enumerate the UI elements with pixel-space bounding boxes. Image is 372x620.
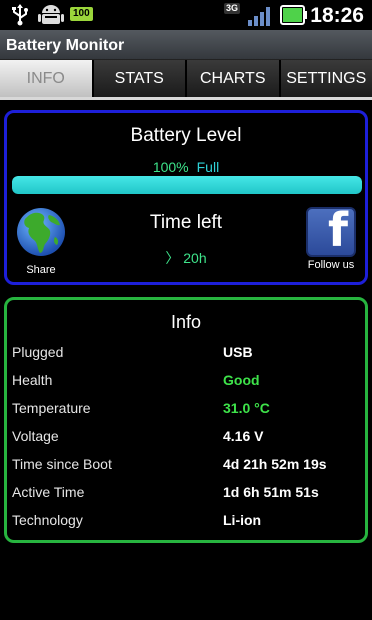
info-row-health: Health Good <box>12 368 362 396</box>
follow-us-label: Follow us <box>307 259 355 271</box>
info-label: Temperature <box>12 400 91 416</box>
signal-icon <box>248 7 270 26</box>
clock: 18:26 <box>310 4 364 27</box>
info-label: Plugged <box>12 344 64 360</box>
usb-icon <box>12 4 28 26</box>
info-row-voltage: Voltage 4.16 V <box>12 424 362 452</box>
info-row-plugged: Plugged USB <box>12 340 362 368</box>
info-row-active-time: Active Time 1d 6h 51m 51s <box>12 480 362 508</box>
battery-status-line: 100% Full <box>7 159 365 175</box>
info-value: USB <box>223 344 253 360</box>
info-row-technology: Technology Li-ion <box>12 508 362 536</box>
info-row-time-since-boot: Time since Boot 4d 21h 52m 19s <box>12 452 362 480</box>
android-debug-icon <box>38 5 64 24</box>
status-bar: 100 3G 18:26 <box>0 0 372 30</box>
battery-percent: 100% <box>152 159 189 175</box>
follow-us-button[interactable]: f Follow us <box>303 203 359 271</box>
info-label: Health <box>12 372 53 388</box>
3g-icon: 3G <box>224 3 241 14</box>
tab-info[interactable]: INFO <box>0 60 94 98</box>
info-value: 4d 21h 52m 19s <box>223 456 327 472</box>
battery-icon <box>280 5 307 25</box>
info-label: Time since Boot <box>12 456 112 472</box>
facebook-icon: f <box>306 203 356 257</box>
info-panel: Info Plugged USB Health Good Temperature… <box>4 297 368 543</box>
battery-status: Full <box>196 159 220 175</box>
tab-charts[interactable]: CHARTS <box>187 60 281 98</box>
battery-level-fill <box>12 176 362 194</box>
battery-level-title: Battery Level <box>130 125 242 146</box>
app-title-bar: Battery Monitor <box>0 30 372 60</box>
info-label: Technology <box>12 512 83 528</box>
info-value: 4.16 V <box>223 428 264 444</box>
info-title: Info <box>170 312 202 332</box>
battery-level-panel: Battery Level 100% Full Share Time left 〉… <box>4 110 368 285</box>
info-row-temperature: Temperature 31.0 °C <box>12 396 362 424</box>
tab-bar: INFO STATS CHARTS SETTINGS <box>0 60 372 98</box>
info-value: Li-ion <box>223 512 262 528</box>
info-value: 31.0 °C <box>223 400 270 416</box>
info-value: Good <box>223 372 260 388</box>
tab-indicator <box>0 97 372 100</box>
tab-settings[interactable]: SETTINGS <box>280 60 372 98</box>
info-label: Active Time <box>12 484 85 500</box>
tab-stats[interactable]: STATS <box>93 60 187 98</box>
info-value: 1d 6h 51m 51s <box>223 484 319 500</box>
battery-level-bar <box>12 176 362 194</box>
facebook-letter: f <box>327 203 348 257</box>
app-title: Battery Monitor <box>6 37 125 54</box>
battery-percent-badge: 100 <box>70 7 93 21</box>
info-label: Voltage <box>12 428 59 444</box>
